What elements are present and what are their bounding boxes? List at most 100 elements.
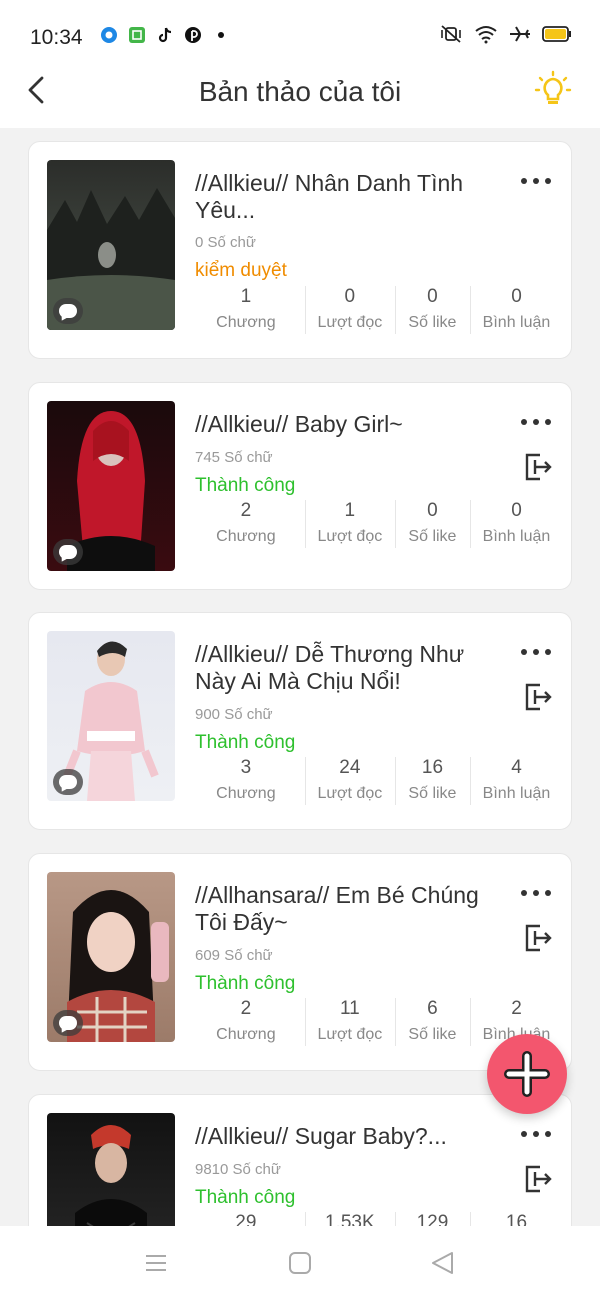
read-label: Lượt đọc: [317, 1026, 383, 1043]
more-options-button[interactable]: [521, 884, 551, 902]
back-triangle-icon: [432, 1252, 453, 1274]
publish-button[interactable]: [521, 922, 553, 954]
comment-badge: [53, 539, 83, 565]
story-card[interactable]: //Allkieu// Nhân Danh Tình Yêu... 0 Số c…: [28, 141, 572, 359]
chapter-count: 3: [240, 757, 252, 778]
like-label: Số like: [408, 1026, 457, 1043]
comment-icon: [59, 1016, 77, 1030]
more-options-button[interactable]: [521, 172, 551, 190]
more-options-button[interactable]: [521, 643, 551, 661]
app-icon: [128, 26, 146, 44]
story-cover[interactable]: [47, 1113, 175, 1226]
story-card[interactable]: //Allkieu// Dễ Thương Như Này Ai Mà Chịu…: [28, 612, 572, 830]
like-label: Số like: [408, 528, 457, 545]
status-text: Thành công: [195, 732, 296, 753]
export-icon: [525, 924, 552, 952]
read-count: 1: [344, 500, 356, 521]
like-label: Số like: [408, 314, 457, 331]
create-story-button[interactable]: [487, 1034, 567, 1114]
tiktok-icon: [156, 26, 174, 44]
story-cover[interactable]: [47, 401, 175, 571]
chapter-count: 1: [240, 286, 252, 307]
like-count: 0: [427, 286, 438, 307]
more-options-button[interactable]: [521, 413, 551, 431]
story-title[interactable]: //Allhansara// Em Bé Chúng Tôi Đấy~: [195, 882, 495, 936]
battery-icon: [542, 25, 572, 43]
chapter-count: 2: [240, 998, 252, 1019]
comment-icon: [59, 775, 77, 789]
pinterest-icon: [184, 26, 202, 44]
comment-count: 4: [511, 757, 522, 778]
like-count: 16: [421, 757, 444, 778]
export-icon: [525, 1165, 552, 1193]
story-stats: 29Chương 1.53KLượt đọc 129Số like 16Bình…: [187, 1210, 563, 1226]
status-bar: 10:34: [0, 0, 600, 70]
comment-count: 16: [505, 1212, 528, 1226]
comment-count: 0: [511, 500, 522, 521]
vibrate-off-icon: [438, 25, 464, 43]
read-label: Lượt đọc: [317, 785, 383, 802]
story-cover[interactable]: [47, 160, 175, 330]
chapter-label: Chương: [216, 785, 276, 802]
system-nav-bar: [0, 1226, 600, 1300]
chapter-count: 2: [240, 500, 252, 521]
home-button[interactable]: [287, 1250, 313, 1276]
status-text: Thành công: [195, 973, 296, 994]
like-count: 6: [427, 998, 438, 1019]
publish-button[interactable]: [521, 451, 553, 483]
comment-badge: [53, 298, 83, 324]
airplane-mode-icon: [508, 25, 532, 43]
story-card[interactable]: //Allkieu// Sugar Baby?... 9810 Số chữ T…: [28, 1094, 572, 1226]
word-count: 9810 Số chữ: [195, 1161, 281, 1178]
story-card[interactable]: //Allhansara// Em Bé Chúng Tôi Đấy~ 609 …: [28, 853, 572, 1071]
cover-image: [75, 1125, 147, 1226]
comment-label: Bình luận: [482, 785, 551, 802]
more-options-button[interactable]: [521, 1125, 551, 1143]
story-stats: 1 Chương 0 Lượt đọc 0 Số like 0 Bình luận: [187, 284, 563, 338]
story-title[interactable]: //Allkieu// Nhân Danh Tình Yêu...: [195, 170, 495, 224]
chapter-count: 29: [235, 1212, 257, 1226]
comment-count: 2: [511, 998, 522, 1019]
chapter-label: Chương: [216, 1026, 276, 1043]
story-cover[interactable]: [47, 872, 175, 1042]
notification-icons: [100, 26, 230, 44]
menu-icon: [146, 1255, 166, 1271]
publish-button[interactable]: [521, 1163, 553, 1195]
like-count: 129: [416, 1212, 449, 1226]
comment-icon: [59, 304, 77, 318]
status-text: kiểm duyệt: [195, 260, 287, 281]
word-count: 609 Số chữ: [195, 947, 273, 964]
status-time: 10:34: [30, 26, 83, 49]
story-title[interactable]: //Allkieu// Dễ Thương Như Này Ai Mà Chịu…: [195, 641, 495, 695]
plus-icon: [504, 1051, 550, 1097]
chapter-label: Chương: [216, 314, 276, 331]
export-icon: [525, 453, 552, 481]
chapter-label: Chương: [216, 528, 276, 545]
dot-icon: [212, 26, 230, 44]
lightbulb-icon: [534, 70, 572, 104]
like-count: 0: [427, 500, 438, 521]
status-text: Thành công: [195, 1187, 296, 1208]
story-card[interactable]: //Allkieu// Baby Girl~ 745 Số chữ Thành …: [28, 382, 572, 590]
comment-badge: [53, 769, 83, 795]
system-back-button[interactable]: [430, 1250, 456, 1276]
export-icon: [525, 683, 552, 711]
word-count: 900 Số chữ: [195, 706, 273, 723]
read-count: 11: [339, 998, 360, 1019]
app-header: Bản thảo của tôi: [0, 62, 600, 128]
comment-badge: [53, 1010, 83, 1036]
home-square-icon: [289, 1252, 311, 1274]
story-stats: 3 Chương 24 Lượt đọc 16 Số like 4 Bình luận: [187, 755, 563, 809]
publish-button[interactable]: [521, 681, 553, 713]
word-count: 745 Số chữ: [195, 449, 273, 466]
story-title[interactable]: //Allkieu// Baby Girl~: [195, 411, 495, 438]
recent-apps-button[interactable]: [143, 1250, 169, 1276]
read-count: 0: [344, 286, 356, 307]
hint-button[interactable]: [532, 70, 574, 112]
comment-icon: [59, 545, 77, 559]
wifi-icon: [474, 25, 498, 44]
story-title[interactable]: //Allkieu// Sugar Baby?...: [195, 1123, 495, 1150]
story-cover[interactable]: [47, 631, 175, 801]
status-text: Thành công: [195, 475, 296, 496]
word-count: 0 Số chữ: [195, 234, 256, 251]
